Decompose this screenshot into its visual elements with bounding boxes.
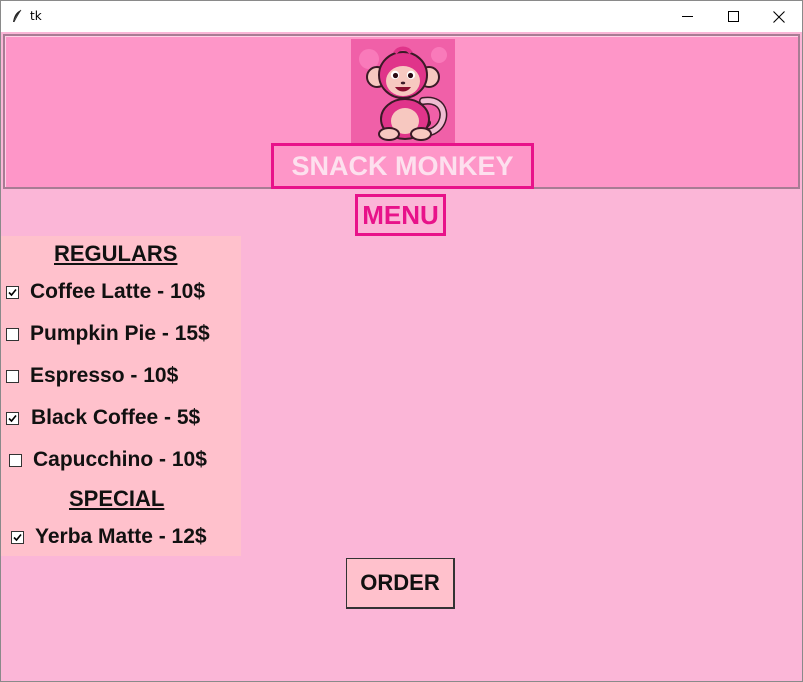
order-button[interactable]: ORDER: [346, 558, 455, 609]
maximize-icon: [727, 11, 739, 22]
menu-item-capucchino[interactable]: Capucchino - 10$: [1, 445, 207, 475]
app-content: SNACK MONKEY MENU REGULARS Coffee Latte …: [1, 32, 802, 681]
minimize-icon: [681, 16, 693, 17]
menu-item-label: Pumpkin Pie - 15$: [30, 322, 210, 345]
checkmark-icon: [8, 288, 17, 296]
minimize-button[interactable]: [664, 1, 710, 32]
menu-item-yerba-matte[interactable]: Yerba Matte - 12$: [1, 522, 207, 552]
menu-item-label: Black Coffee - 5$: [31, 406, 201, 429]
checkmark-icon: [8, 414, 17, 422]
menu-item-coffee-latte[interactable]: Coffee Latte - 10$: [1, 277, 205, 307]
maximize-button[interactable]: [710, 1, 756, 32]
menu-item-espresso[interactable]: Espresso - 10$: [1, 361, 178, 391]
menu-item-label: Yerba Matte - 12$: [35, 525, 207, 548]
brand-title: SNACK MONKEY: [271, 143, 534, 189]
menu-title: MENU: [355, 194, 446, 236]
checkbox[interactable]: [9, 453, 22, 467]
monkey-logo: [351, 39, 455, 143]
menu-panel: REGULARS Coffee Latte - 10$ Pumpkin Pie …: [1, 236, 241, 556]
regulars-heading: REGULARS: [54, 241, 178, 266]
close-button[interactable]: [756, 1, 802, 32]
checkmark-icon: [13, 533, 22, 541]
window-title: tk: [30, 9, 42, 23]
menu-item-label: Coffee Latte - 10$: [30, 280, 206, 303]
menu-item-label: Espresso - 10$: [30, 364, 179, 387]
checkbox[interactable]: [6, 285, 19, 299]
header-banner: SNACK MONKEY: [3, 34, 800, 189]
menu-item-label: Capucchino - 10$: [33, 448, 207, 471]
checkbox[interactable]: [6, 411, 19, 425]
menu-item-pumpkin-pie[interactable]: Pumpkin Pie - 15$: [1, 319, 210, 349]
checkbox[interactable]: [6, 327, 19, 341]
menu-item-black-coffee[interactable]: Black Coffee - 5$: [1, 403, 200, 433]
close-icon: [773, 10, 785, 23]
special-heading: SPECIAL: [69, 486, 165, 511]
title-bar[interactable]: tk: [1, 1, 802, 32]
feather-icon: [13, 9, 22, 23]
app-window: tk SNACK MONKEY MENU REGULARS Coffee Lat…: [0, 0, 803, 682]
checkbox[interactable]: [11, 530, 24, 544]
checkbox[interactable]: [6, 369, 19, 383]
